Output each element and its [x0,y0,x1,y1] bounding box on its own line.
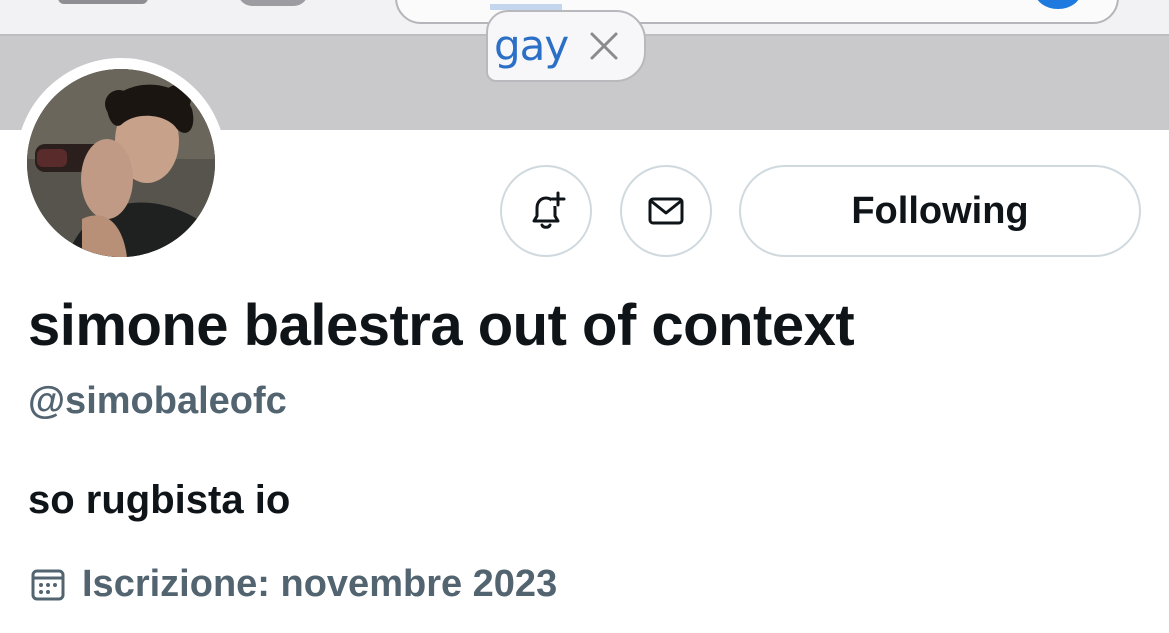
following-button[interactable]: Following [739,165,1141,257]
display-name: simone balestra out of context [28,293,855,358]
user-handle: @simobaleofc [28,380,287,422]
avatar-photo [27,69,215,257]
banner-toolbar-round-button [238,0,308,6]
join-date: Iscrizione: novembre 2023 [28,562,557,606]
envelope-icon [648,197,684,225]
bell-plus-icon [532,191,566,229]
avatar[interactable] [27,69,215,257]
banner-toolbar-button [58,0,148,4]
close-icon [590,32,618,60]
notify-button[interactable] [500,165,592,257]
message-button[interactable] [620,165,712,257]
profile-bio: so rugbista io [28,478,291,522]
calendar-icon [31,569,65,601]
join-date-text: Iscrizione: novembre 2023 [82,562,558,605]
following-button-label: Following [851,189,1029,232]
search-token-text: gay [494,21,569,70]
